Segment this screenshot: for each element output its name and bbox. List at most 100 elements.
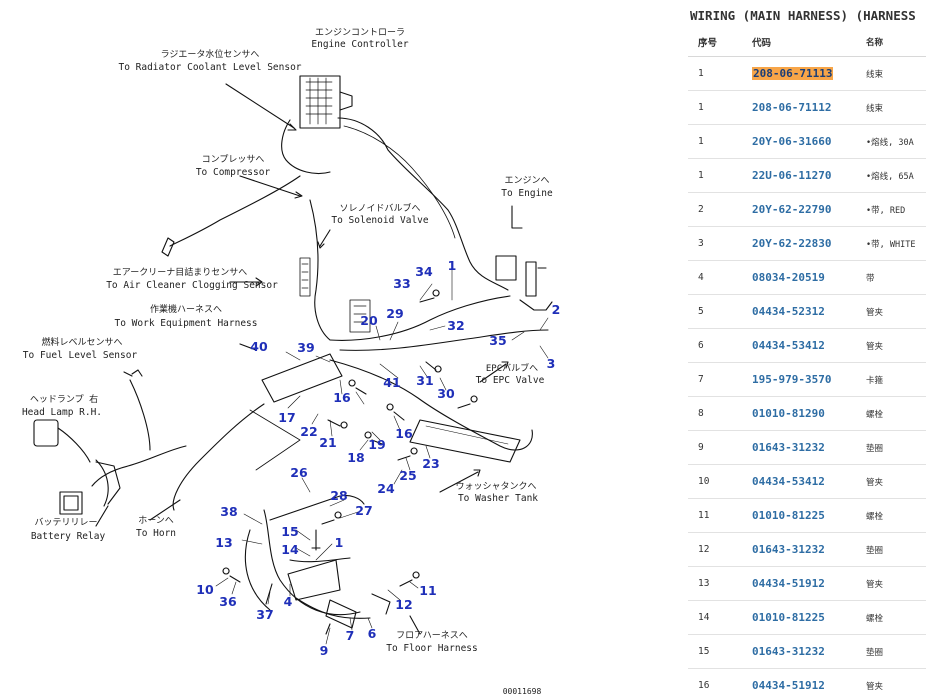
part-code-link[interactable]: 04434-51912 — [752, 679, 825, 692]
parts-row[interactable]: 16 04434-51912 管夹 — [688, 668, 926, 697]
air-cleaner-label-jp: エアークリーナ目詰まりセンサへ — [113, 266, 247, 278]
parts-table: 序号 代码 名称 1 208-06-71113 线束 1 208-06-71112 线束 1… — [688, 28, 926, 697]
parts-row[interactable]: 3 20Y-62-22830 •带, WHITE — [688, 226, 926, 261]
parts-row[interactable]: 1 20Y-06-31660 •熔线, 30A — [688, 124, 926, 159]
parts-row[interactable]: 1 22U-06-11270 •熔线, 65A — [688, 158, 926, 193]
air-cleaner-label-en: To Air Cleaner Clogging Sensor — [106, 280, 278, 291]
floor-label-jp: フロアハーネスへ — [396, 630, 468, 641]
callout-2: 2 — [552, 302, 561, 317]
name-cell: 卡箍 — [864, 362, 926, 397]
part-code-link[interactable]: 01010-81290 — [752, 407, 825, 420]
parts-row[interactable]: 2 20Y-62-22790 •带, RED — [688, 192, 926, 227]
seq-cell: 9 — [688, 430, 750, 465]
part-code-link[interactable]: 08034-20519 — [752, 271, 825, 284]
parts-row[interactable]: 4 08034-20519 带 — [688, 260, 926, 295]
parts-row[interactable]: 14 01010-81225 螺栓 — [688, 600, 926, 635]
part-code-link[interactable]: 01643-31232 — [752, 441, 825, 454]
parts-row[interactable]: 15 01643-31232 垫圈 — [688, 634, 926, 669]
parts-row[interactable]: 7 195-979-3570 卡箍 — [688, 362, 926, 397]
callout-23: 23 — [422, 456, 439, 471]
callout-19: 19 — [368, 437, 385, 452]
callout-13: 13 — [215, 535, 232, 550]
name-cell: 管夹 — [864, 328, 926, 363]
name-cell: 线束 — [864, 56, 926, 91]
seq-cell: 4 — [688, 260, 750, 295]
name-cell: 螺栓 — [864, 600, 926, 635]
part-code-link[interactable]: 208-06-71112 — [752, 101, 831, 114]
part-code-link[interactable]: 20Y-62-22830 — [752, 237, 831, 250]
name-cell: •带, RED — [864, 192, 926, 227]
table-header-row: 序号 代码 名称 — [688, 28, 926, 57]
part-code-link[interactable]: 01010-81225 — [752, 611, 825, 624]
parts-row[interactable]: 6 04434-53412 管夹 — [688, 328, 926, 363]
parts-row[interactable]: 10 04434-53412 管夹 — [688, 464, 926, 499]
callout-4: 4 — [284, 594, 293, 609]
drawing-number: 00011698 — [503, 687, 542, 696]
parts-row[interactable]: 1 208-06-71112 线束 — [688, 90, 926, 125]
callout-24: 24 — [377, 481, 395, 496]
callout-10: 10 — [196, 582, 214, 597]
part-code-link[interactable]: 20Y-62-22790 — [752, 203, 831, 216]
washer-label-en: To Washer Tank — [458, 493, 538, 504]
seq-cell: 3 — [688, 226, 750, 261]
engine-controller-en: Engine Controller — [311, 39, 409, 50]
engine-label-en: To Engine — [501, 188, 553, 199]
part-code-link[interactable]: 01010-81225 — [752, 509, 825, 522]
code-cell: 01010-81225 — [750, 498, 864, 533]
header-seq: 序号 — [688, 28, 750, 57]
compressor-label-en: To Compressor — [196, 167, 271, 178]
parts-row[interactable]: 12 01643-31232 垫圈 — [688, 532, 926, 567]
callout-29: 29 — [386, 306, 403, 321]
fuel-label-en: To Fuel Level Sensor — [23, 350, 138, 361]
callout-25: 25 — [399, 468, 416, 483]
panel-title: WIRING (MAIN HARNESS) (HARNESS — [690, 8, 916, 23]
name-cell: 垫圈 — [864, 430, 926, 465]
callout-30: 30 — [437, 386, 455, 401]
name-cell: 管夹 — [864, 464, 926, 499]
callout-7: 7 — [346, 628, 355, 643]
part-code-link[interactable]: 20Y-06-31660 — [752, 135, 831, 148]
callout-9: 9 — [320, 643, 329, 658]
callout-36: 36 — [219, 594, 237, 609]
part-code-link[interactable]: 04434-53412 — [752, 339, 825, 352]
part-code-link[interactable]: 22U-06-11270 — [752, 169, 831, 182]
parts-row[interactable]: 9 01643-31232 垫圈 — [688, 430, 926, 465]
callout-21: 21 — [319, 435, 336, 450]
code-cell: 04434-51912 — [750, 668, 864, 697]
code-cell: 20Y-62-22830 — [750, 226, 864, 261]
parts-panel: WIRING (MAIN HARNESS) (HARNESS 序号 代码 名称 … — [688, 0, 926, 697]
parts-row[interactable]: 5 04434-52312 管夹 — [688, 294, 926, 329]
seq-cell: 14 — [688, 600, 750, 635]
name-cell: 带 — [864, 260, 926, 295]
head-lamp-label-en: Head Lamp R.H. — [22, 407, 102, 418]
callout-12: 12 — [395, 597, 412, 612]
part-code-link[interactable]: 01643-31232 — [752, 543, 825, 556]
seq-cell: 1 — [688, 124, 750, 159]
callout-16: 16 — [333, 390, 351, 405]
parts-row[interactable]: 1 208-06-71113 线束 — [688, 56, 926, 91]
parts-row[interactable]: 8 01010-81290 螺栓 — [688, 396, 926, 431]
callout-3: 3 — [547, 356, 556, 371]
parts-row[interactable]: 11 01010-81225 螺栓 — [688, 498, 926, 533]
seq-cell: 15 — [688, 634, 750, 669]
part-code-link[interactable]: 04434-51912 — [752, 577, 825, 590]
part-code-link[interactable]: 04434-52312 — [752, 305, 825, 318]
horn-label-en: To Horn — [136, 528, 176, 539]
callout-6: 6 — [368, 626, 377, 641]
compressor-label-jp: コンプレッサへ — [202, 154, 265, 165]
part-code-link[interactable]: 195-979-3570 — [752, 373, 831, 386]
part-code-link[interactable]: 01643-31232 — [752, 645, 825, 658]
callout-31: 31 — [416, 373, 433, 388]
parts-row[interactable]: 13 04434-51912 管夹 — [688, 566, 926, 601]
engine-controller-jp: エンジンコントローラ — [315, 27, 405, 38]
part-code-link[interactable]: 208-06-71113 — [752, 67, 834, 80]
code-cell: 08034-20519 — [750, 260, 864, 295]
head-lamp-label-jp: ヘッドランプ 右 — [30, 393, 98, 405]
part-code-link[interactable]: 04434-53412 — [752, 475, 825, 488]
seq-cell: 5 — [688, 294, 750, 329]
callout-18: 18 — [347, 450, 364, 465]
seq-cell: 1 — [688, 158, 750, 193]
callout-17: 17 — [278, 410, 295, 425]
seq-cell: 6 — [688, 328, 750, 363]
code-cell: 01643-31232 — [750, 532, 864, 567]
